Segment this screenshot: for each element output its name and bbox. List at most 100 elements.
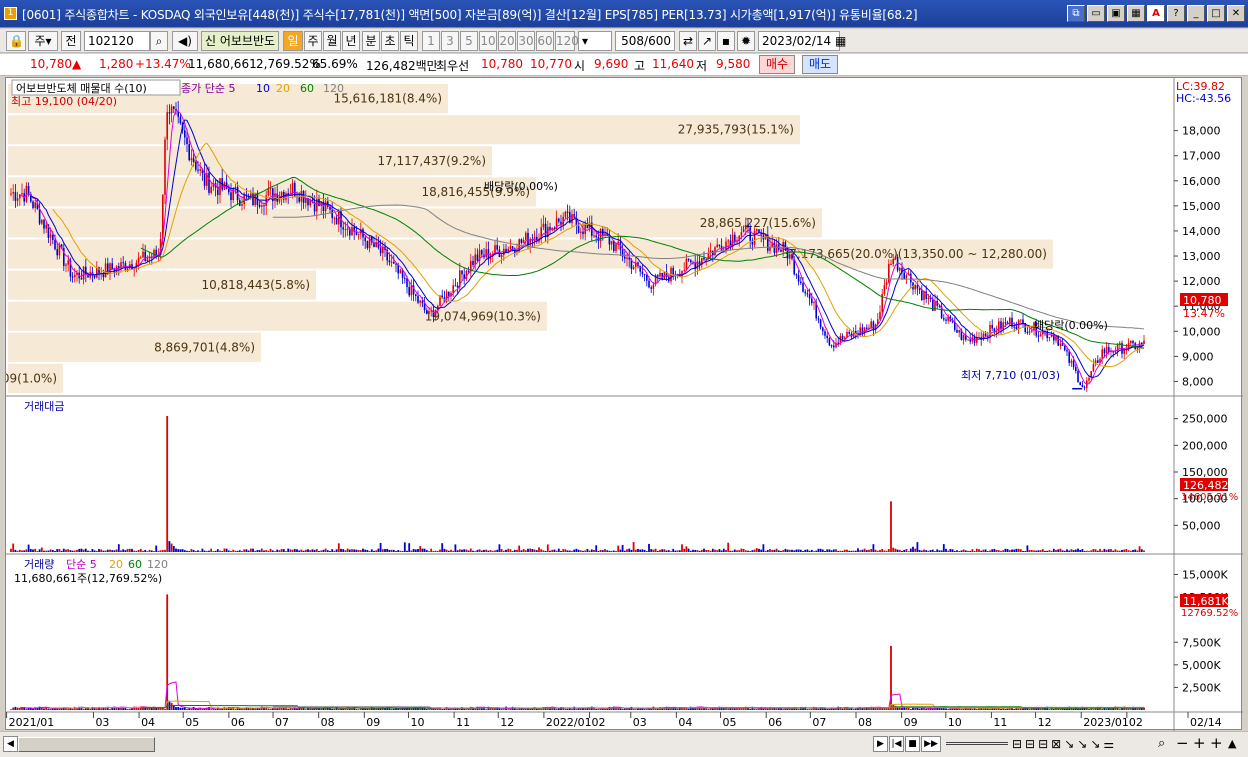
amount-bar bbox=[909, 548, 912, 552]
candle-body bbox=[617, 241, 619, 244]
zoom-in-button[interactable]: + bbox=[1193, 734, 1206, 752]
interval-10[interactable]: 10 bbox=[479, 31, 497, 51]
count-input[interactable]: 508/600 bbox=[615, 31, 675, 51]
period-year[interactable]: 년 bbox=[342, 31, 360, 51]
volume-bar bbox=[458, 708, 461, 710]
volume-bar bbox=[467, 709, 470, 710]
amount-bar bbox=[962, 549, 965, 552]
scroll-thumb[interactable] bbox=[18, 737, 155, 752]
amount-bar bbox=[45, 550, 48, 552]
date-input[interactable]: 2023/02/14 ▦ bbox=[758, 31, 846, 51]
amount-bar bbox=[982, 549, 985, 552]
ma-10-label: 10 bbox=[256, 82, 270, 95]
print-icon[interactable]: ▭ bbox=[1087, 5, 1105, 22]
first-button[interactable]: |◀ bbox=[889, 736, 904, 752]
amount-bar bbox=[483, 549, 485, 552]
period-tick[interactable]: 틱 bbox=[400, 31, 418, 51]
period-second[interactable]: 초 bbox=[381, 31, 399, 51]
settings-icon[interactable]: ✹ bbox=[737, 31, 755, 51]
interval-5[interactable]: 5 bbox=[460, 31, 478, 51]
candle-body bbox=[357, 233, 360, 235]
x-axis-label: 12 bbox=[1038, 716, 1052, 729]
amount-bar bbox=[989, 550, 991, 552]
zoom-out-button[interactable]: − bbox=[1176, 734, 1189, 752]
candle-body bbox=[379, 247, 382, 254]
plus-button[interactable]: + bbox=[1210, 734, 1223, 752]
interval-3[interactable]: 3 bbox=[441, 31, 459, 51]
volume-bar bbox=[782, 709, 785, 710]
speaker-icon[interactable]: ◀) bbox=[172, 31, 198, 51]
period-month[interactable]: 월 bbox=[323, 31, 341, 51]
amount-bar bbox=[542, 550, 545, 552]
volume-bar bbox=[733, 708, 736, 710]
candle-body bbox=[166, 112, 168, 140]
candle-body bbox=[753, 230, 756, 245]
volume-bar bbox=[1004, 708, 1007, 710]
amount-bar bbox=[368, 550, 371, 552]
chart-area[interactable]: 15,616,181(8.4%) 27,935,793(15.1%) 17,117,… bbox=[0, 77, 1243, 731]
up-button[interactable]: ▲ bbox=[1228, 737, 1236, 750]
link-icon[interactable]: ⧉ bbox=[1067, 5, 1085, 22]
candle-body bbox=[841, 335, 844, 340]
draw-tools-icon[interactable]: ⊟⊟⊟⊠↘↘↘⚌ bbox=[1012, 737, 1117, 751]
volume-bar bbox=[826, 709, 829, 710]
amount-bar bbox=[674, 550, 677, 552]
interval-20[interactable]: 20 bbox=[498, 31, 516, 51]
amount-bar bbox=[656, 550, 659, 552]
maximize-button[interactable]: □ bbox=[1207, 5, 1225, 22]
sell-button[interactable]: 매도 bbox=[802, 55, 838, 74]
amount-bar bbox=[397, 550, 400, 552]
all-button[interactable]: 전 bbox=[61, 31, 81, 51]
amount-bar bbox=[351, 549, 353, 552]
amount-bar bbox=[830, 550, 833, 552]
code-input[interactable]: 102120 bbox=[84, 31, 150, 51]
volume-bar bbox=[925, 708, 928, 710]
amount-bar bbox=[318, 551, 320, 552]
period-day[interactable]: 일 bbox=[283, 31, 303, 51]
stop-button[interactable]: ■ bbox=[905, 736, 920, 752]
volume-bar bbox=[758, 709, 760, 710]
amount-tick-label: 250,000 bbox=[1182, 413, 1228, 426]
magnifier-icon[interactable]: ⌕ bbox=[1158, 736, 1165, 751]
minimize-button[interactable]: _ bbox=[1187, 5, 1205, 22]
chart-icon[interactable]: ↗ bbox=[698, 31, 716, 51]
help-icon[interactable]: ? bbox=[1167, 5, 1185, 22]
amount-bar bbox=[221, 551, 224, 552]
scroll-left-button[interactable]: ◀ bbox=[3, 736, 18, 752]
volume-bar bbox=[179, 707, 182, 710]
period-minute[interactable]: 분 bbox=[362, 31, 380, 51]
volume-bar bbox=[443, 708, 446, 710]
interval-1[interactable]: 1 bbox=[422, 31, 440, 51]
window-icon[interactable]: ▣ bbox=[1107, 5, 1125, 22]
zoom-slider[interactable] bbox=[946, 742, 1008, 745]
lock-icon[interactable]: 🔒 bbox=[6, 31, 26, 51]
candle-body bbox=[577, 225, 580, 233]
candle-body bbox=[417, 295, 419, 303]
quote-bar: 10,780 ▲ 1,280 +13.47% 11,680,661 2,769.… bbox=[0, 54, 1248, 76]
amount-bar bbox=[412, 549, 415, 552]
amount-bar bbox=[696, 550, 699, 552]
volume-bar bbox=[1052, 709, 1055, 710]
close-button[interactable]: ✕ bbox=[1227, 5, 1245, 22]
search-icon[interactable]: ⌕ bbox=[150, 31, 168, 51]
interval-60[interactable]: 60 bbox=[536, 31, 554, 51]
buy-button[interactable]: 매수 bbox=[759, 55, 795, 74]
save-icon[interactable]: ▪ bbox=[717, 31, 735, 51]
amount-bar bbox=[258, 550, 261, 552]
market-select[interactable]: 주▾ bbox=[28, 31, 58, 51]
arrows-icon[interactable]: ⇄ bbox=[679, 31, 697, 51]
grid-icon[interactable]: ▦ bbox=[1127, 5, 1145, 22]
interval-30[interactable]: 30 bbox=[517, 31, 535, 51]
custom-interval-input[interactable]: ▾ bbox=[578, 31, 612, 51]
alert-icon[interactable]: A bbox=[1147, 5, 1165, 22]
volume-bar bbox=[656, 708, 659, 710]
candle-body bbox=[1075, 367, 1077, 371]
chart-svg[interactable]: 15,616,181(8.4%) 27,935,793(15.1%) 17,117,… bbox=[0, 78, 1243, 731]
candle-body bbox=[56, 249, 58, 256]
interval-120[interactable]: 120 bbox=[555, 31, 579, 51]
amount-bar bbox=[315, 549, 318, 552]
period-week[interactable]: 주 bbox=[304, 31, 322, 51]
volume-bar bbox=[425, 709, 428, 710]
fast-forward-button[interactable]: ▶▶ bbox=[921, 736, 941, 752]
play-button[interactable]: ▶ bbox=[873, 736, 888, 752]
